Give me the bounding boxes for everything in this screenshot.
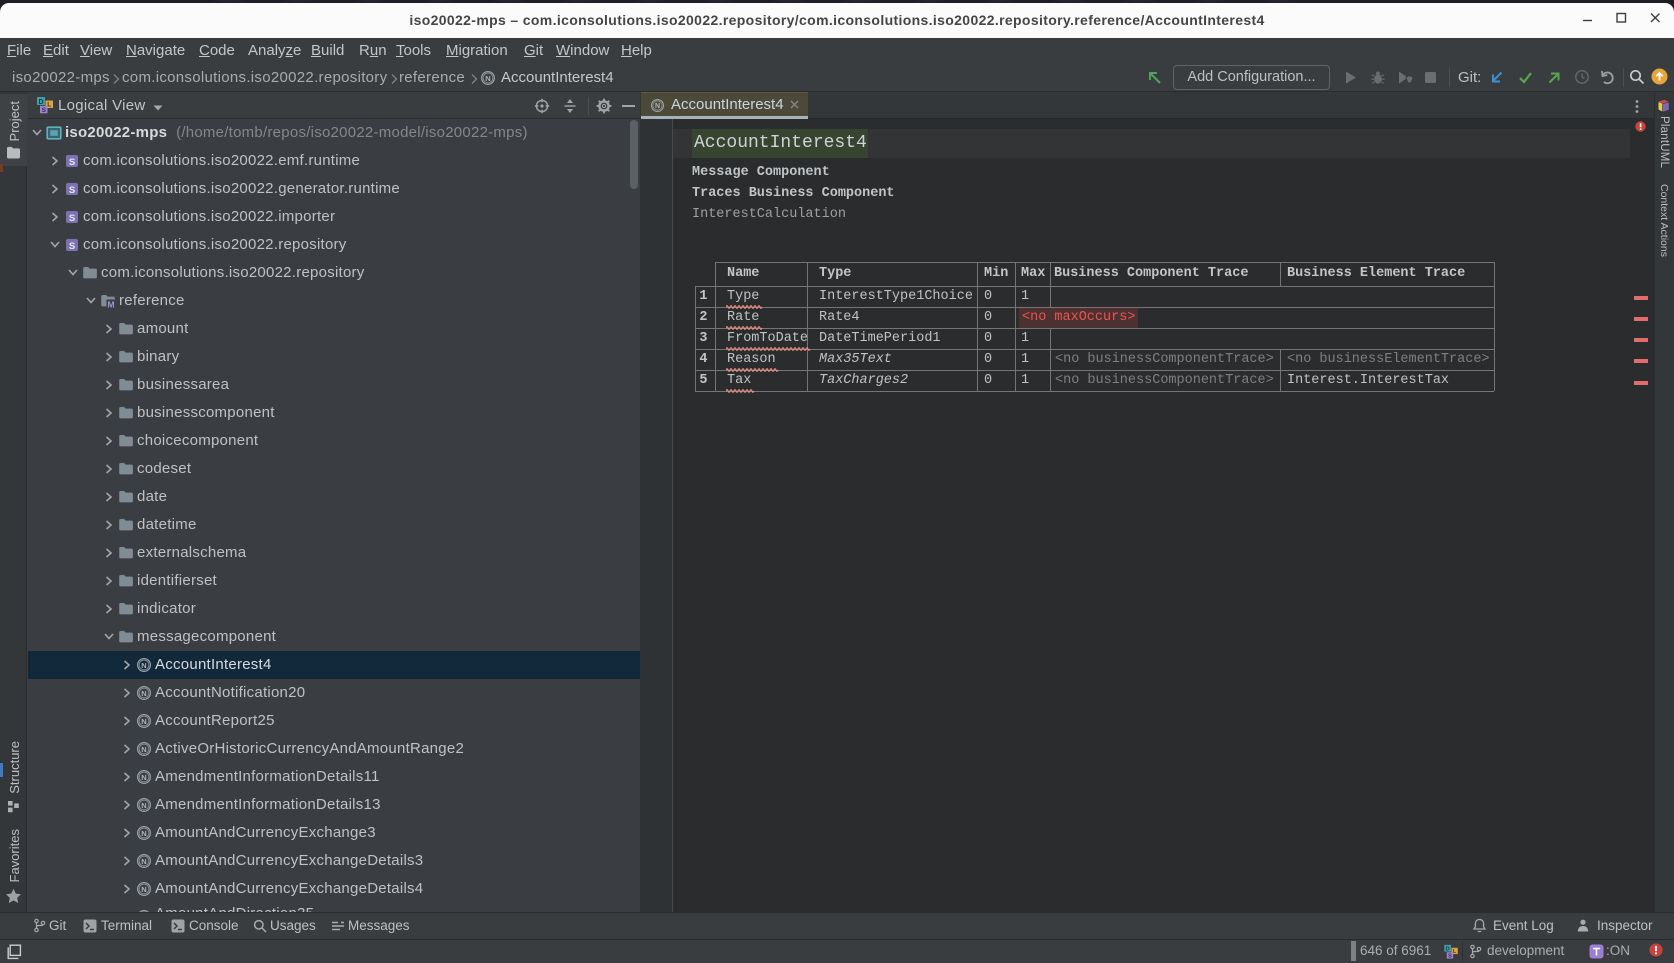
svg-text:N: N xyxy=(141,717,146,726)
svg-text:N: N xyxy=(141,773,146,782)
svg-text:D: D xyxy=(1446,947,1450,953)
svg-text:N: N xyxy=(141,661,146,670)
svg-text:D: D xyxy=(38,99,43,106)
svg-text:S: S xyxy=(69,241,75,252)
svg-text:N: N xyxy=(485,74,490,83)
svg-text:N: N xyxy=(141,745,146,754)
svg-text:S: S xyxy=(69,157,75,168)
svg-text:M: M xyxy=(107,299,114,309)
svg-text:N: N xyxy=(141,857,146,866)
svg-text:N: N xyxy=(141,885,146,894)
svg-text:S: S xyxy=(1448,953,1452,959)
svg-text:L: L xyxy=(47,102,51,109)
svg-text:N: N xyxy=(141,689,146,698)
svg-text:S: S xyxy=(69,185,75,196)
svg-text:N: N xyxy=(141,829,146,838)
svg-text:N: N xyxy=(655,103,660,110)
svg-text:S: S xyxy=(69,213,75,224)
svg-text:S: S xyxy=(42,107,47,114)
svg-text:N: N xyxy=(141,801,146,810)
